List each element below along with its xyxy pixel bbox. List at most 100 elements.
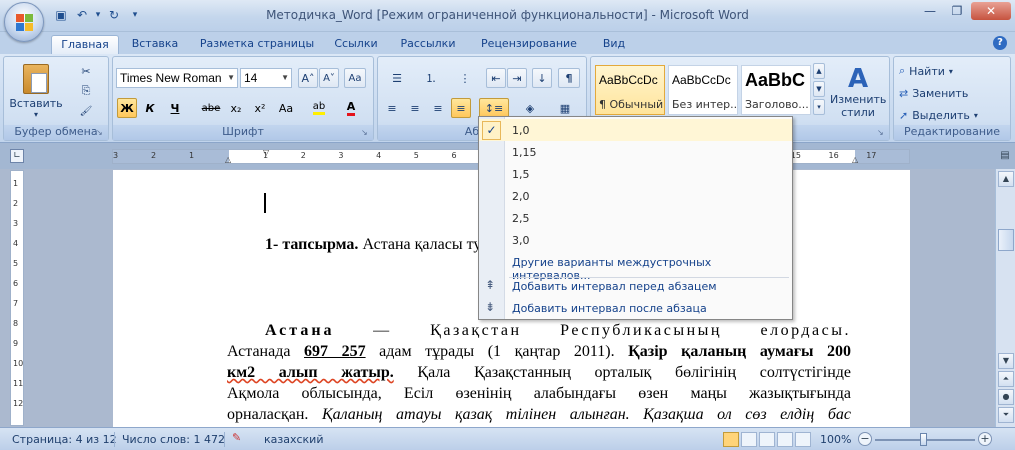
tab-view[interactable]: Вид (596, 35, 632, 54)
view-ruler-icon[interactable]: ▤ (995, 150, 1015, 168)
styles-more-icon[interactable]: ▾ (813, 99, 825, 115)
find-button[interactable]: ⌕ Найти ▾ (898, 61, 988, 81)
help-icon[interactable]: ? (993, 36, 1007, 50)
line-spacing-option-2-5[interactable]: 2,5 (479, 207, 792, 229)
scroll-thumb[interactable] (998, 229, 1014, 251)
first-line-indent-marker[interactable]: ▽ (263, 148, 269, 157)
styles-scroll-down-icon[interactable]: ▼ (813, 81, 825, 97)
font-color-button[interactable]: A (337, 98, 365, 118)
draft-view-icon[interactable] (795, 432, 811, 447)
align-left-button[interactable]: ≡ (382, 98, 402, 118)
style-no-spacing[interactable]: AaBbCcDc Без интер... (668, 65, 738, 115)
vruler-tick-label: 7 (13, 299, 19, 308)
next-page-icon[interactable]: ⏷ (998, 407, 1014, 423)
line-spacing-option-1-0[interactable]: ✓ 1,0 (479, 119, 792, 141)
line-spacing-option-1-5[interactable]: 1,5 (479, 163, 792, 185)
add-space-before-item[interactable]: ⇞ Добавить интервал перед абзацем (479, 275, 792, 297)
tab-mailings[interactable]: Рассылки (396, 35, 460, 54)
change-styles-button[interactable]: A Изменить стили (829, 61, 887, 123)
window-controls: — ❐ ✕ (917, 2, 1011, 20)
scroll-down-icon[interactable]: ▼ (998, 353, 1014, 369)
previous-page-icon[interactable]: ⏶ (998, 371, 1014, 387)
left-indent-marker[interactable]: △ (225, 155, 231, 164)
bullets-button[interactable]: ☰ (382, 68, 412, 88)
close-button[interactable]: ✕ (971, 2, 1011, 20)
subscript-button[interactable]: x₂ (225, 98, 247, 118)
increase-indent-button[interactable]: ⇥ (507, 68, 527, 88)
line-spacing-button[interactable]: ↕≡ (479, 98, 509, 118)
align-center-button[interactable]: ≡ (405, 98, 425, 118)
paste-button[interactable]: Вставить ▾ (9, 61, 63, 121)
full-screen-reading-view-icon[interactable] (741, 432, 757, 447)
page-count[interactable]: Страница: 4 из 12 (12, 433, 117, 446)
styles-scroll-up-icon[interactable]: ▲ (813, 63, 825, 79)
show-formatting-marks-button[interactable]: ¶ (558, 68, 580, 88)
line-spacing-options-item[interactable]: Другие варианты междустрочных интервалов… (479, 251, 792, 282)
clear-formatting-button[interactable]: Aa (344, 68, 366, 88)
align-right-button[interactable]: ≡ (428, 98, 448, 118)
web-layout-view-icon[interactable] (759, 432, 775, 447)
line-spacing-option-3-0[interactable]: 3,0 (479, 229, 792, 251)
font-dialog-launcher-icon[interactable]: ↘ (361, 128, 371, 138)
replace-button[interactable]: ⇄ Заменить (898, 83, 988, 103)
clipboard-dialog-launcher-icon[interactable]: ↘ (96, 128, 106, 138)
text-cursor (264, 193, 266, 213)
add-space-after-item[interactable]: ⇟ Добавить интервал после абзаца (479, 297, 792, 319)
shading-button[interactable]: ◈ (515, 98, 545, 118)
vertical-ruler[interactable]: 1 2 3 4 5 6 7 8 9 10 11 12 (10, 170, 24, 426)
print-layout-view-icon[interactable] (723, 432, 739, 447)
scroll-up-icon[interactable]: ▲ (998, 171, 1014, 187)
style-heading1[interactable]: AaBbC Заголово... (741, 65, 811, 115)
copy-icon[interactable]: ⎘ (76, 81, 96, 101)
multilevel-list-button[interactable]: ⋮ (450, 68, 480, 88)
tab-page-layout[interactable]: Разметка страницы (196, 35, 318, 54)
font-size-dropdown-icon[interactable]: ▼ (281, 73, 289, 82)
tab-home[interactable]: Главная (51, 35, 119, 54)
borders-button[interactable]: ▦ (550, 98, 580, 118)
justify-button[interactable]: ≡ (451, 98, 471, 118)
font-name-dropdown-icon[interactable]: ▼ (227, 73, 235, 82)
zoom-in-icon[interactable]: + (978, 432, 992, 446)
highlight-button[interactable]: ab (305, 98, 333, 118)
language-indicator[interactable]: казахский (264, 433, 323, 446)
decrease-indent-button[interactable]: ⇤ (486, 68, 506, 88)
select-button[interactable]: ➚ Выделить ▾ (898, 105, 998, 125)
grow-font-button[interactable]: A˄ (298, 68, 318, 88)
word-count[interactable]: Число слов: 1 472 (122, 433, 225, 446)
superscript-button[interactable]: x² (249, 98, 271, 118)
styles-dialog-launcher-icon[interactable]: ↘ (877, 128, 887, 138)
cut-icon[interactable]: ✂ (76, 61, 96, 81)
line-spacing-option-2-0[interactable]: 2,0 (479, 185, 792, 207)
numbering-button[interactable]: ⒈ (416, 68, 446, 88)
minimize-button[interactable]: — (917, 2, 943, 20)
paste-dropdown-icon[interactable]: ▾ (34, 110, 38, 119)
underline-button[interactable]: Ч (163, 98, 187, 118)
office-button[interactable] (4, 2, 44, 42)
tab-insert[interactable]: Вставка (127, 35, 183, 54)
tab-references[interactable]: Ссылки (330, 35, 382, 54)
font-name-combo[interactable]: Times New Roman ▼ (116, 68, 238, 88)
spelling-check-icon[interactable]: ✎ (232, 431, 241, 444)
zoom-level[interactable]: 100% (820, 433, 851, 446)
italic-button[interactable]: К (140, 98, 160, 118)
right-indent-marker[interactable]: △ (852, 155, 858, 164)
change-case-button[interactable]: Aa (273, 98, 299, 118)
browse-object-icon[interactable]: ● (998, 389, 1014, 405)
maximize-button[interactable]: ❐ (944, 2, 970, 20)
style-normal[interactable]: AaBbCcDc ¶ Обычный (595, 65, 665, 115)
outline-view-icon[interactable] (777, 432, 793, 447)
line-spacing-option-1-15[interactable]: 1,15 (479, 141, 792, 163)
font-size-combo[interactable]: 14 ▼ (240, 68, 292, 88)
select-label: Выделить (912, 108, 970, 122)
format-painter-icon[interactable]: 🖌 (76, 101, 96, 121)
shrink-font-button[interactable]: A˅ (319, 68, 339, 88)
astana-paragraph[interactable]: Астана — Қазақстан Республикасының елорд… (227, 320, 851, 425)
vertical-scrollbar[interactable]: ▲ ▼ ⏶ ● ⏷ (995, 169, 1015, 427)
bold-button[interactable]: Ж (117, 98, 137, 118)
strikethrough-button[interactable]: abe (199, 98, 223, 118)
sort-button[interactable]: ↓ (532, 68, 552, 88)
zoom-out-icon[interactable]: − (858, 432, 872, 446)
tab-selector-icon[interactable]: ∟ (10, 149, 24, 163)
tab-review[interactable]: Рецензирование (476, 35, 582, 54)
zoom-slider-thumb[interactable] (920, 433, 927, 446)
